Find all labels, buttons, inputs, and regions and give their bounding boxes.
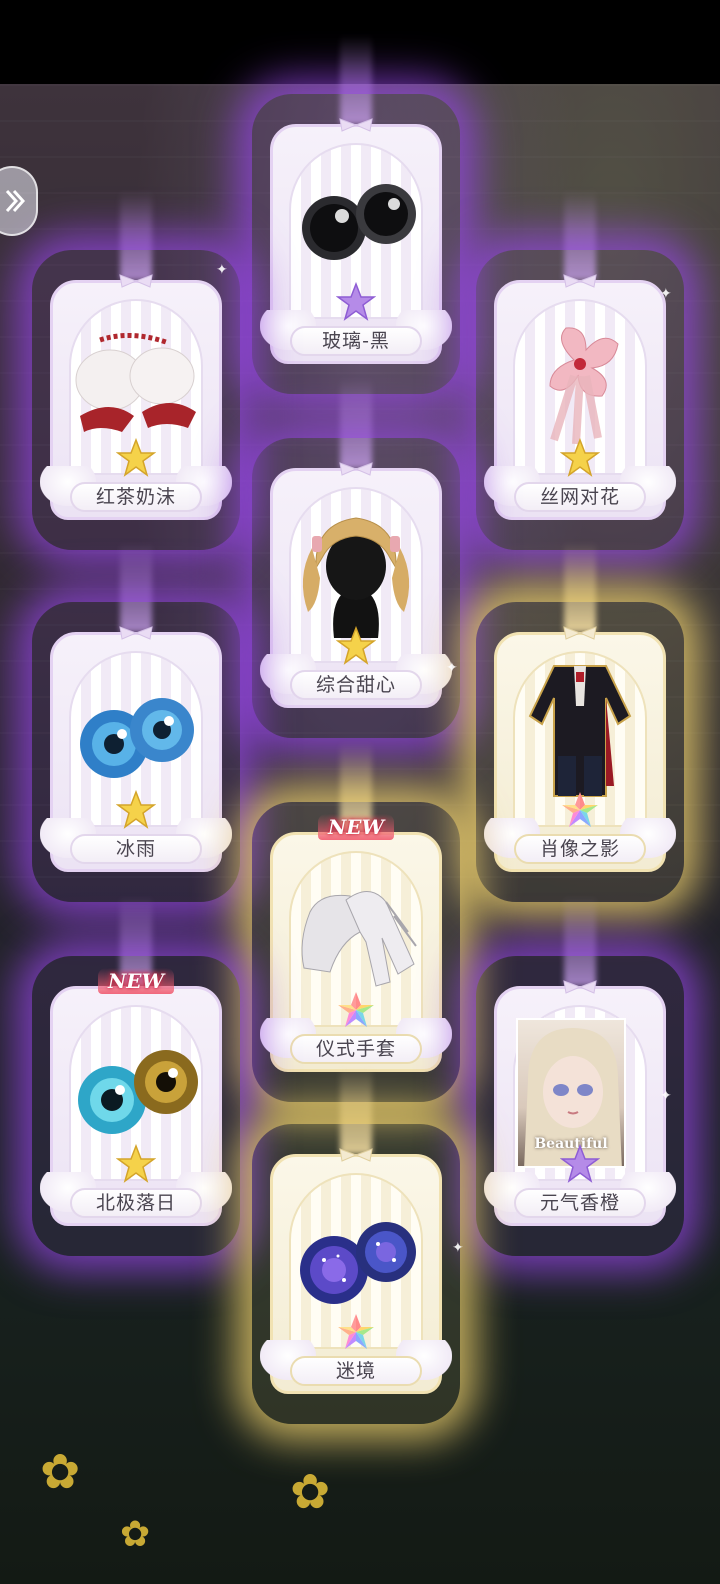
new-badge: NEW bbox=[98, 968, 174, 994]
purple-star-icon bbox=[336, 282, 376, 321]
new-badge: NEW bbox=[318, 814, 394, 840]
reward-card[interactable]: Beautiful 元气香橙 bbox=[476, 896, 684, 1256]
galaxy-eyes-icon bbox=[300, 1222, 416, 1304]
card-label: 冰雨 bbox=[70, 834, 202, 864]
gold-star-icon bbox=[116, 1144, 156, 1183]
gold-star-icon bbox=[116, 438, 156, 477]
cyan-gold-eyes-icon bbox=[78, 1050, 198, 1134]
reward-card[interactable]: NEW 仪式手套 bbox=[252, 742, 460, 1102]
sparkle-icon: ✦ bbox=[446, 660, 458, 676]
card-label: 仪式手套 bbox=[290, 1034, 422, 1064]
card-label: 玻璃-黑 bbox=[290, 326, 422, 356]
gold-star-icon bbox=[560, 438, 600, 477]
blonde-wig-icon bbox=[302, 517, 410, 638]
reward-card[interactable]: 丝网对花 bbox=[476, 190, 684, 550]
gold-star-icon bbox=[336, 626, 376, 665]
reward-card[interactable]: NEW 北极落日 bbox=[32, 896, 240, 1256]
pink-flower-icon bbox=[549, 327, 619, 445]
reward-card[interactable]: 迷境 bbox=[252, 1064, 460, 1424]
flower-decoration: ✿ bbox=[290, 1464, 331, 1520]
rainbow-star-icon bbox=[338, 1314, 374, 1349]
sparkle-icon: ✦ bbox=[216, 262, 228, 278]
flower-decoration: ✿ bbox=[40, 1444, 81, 1500]
reward-card[interactable]: 综合甜心 bbox=[252, 378, 460, 738]
card-label: 北极落日 bbox=[70, 1188, 202, 1218]
reward-card[interactable]: 肖像之影 bbox=[476, 542, 684, 902]
rainbow-star-icon bbox=[562, 792, 598, 827]
white-gloves-icon bbox=[301, 891, 417, 987]
card-label: 红茶奶沫 bbox=[70, 482, 202, 512]
lace-sleeves-icon bbox=[75, 332, 196, 432]
rainbow-star-icon bbox=[338, 992, 374, 1027]
sparkle-icon: ✦ bbox=[660, 1088, 672, 1104]
dark-outfit-icon bbox=[528, 665, 632, 797]
card-label: 丝网对花 bbox=[514, 482, 646, 512]
purple-star-icon bbox=[560, 1144, 600, 1183]
reward-card[interactable]: 红茶奶沫 bbox=[32, 190, 240, 550]
blue-eyes-icon bbox=[80, 698, 194, 778]
card-label: 迷境 bbox=[290, 1356, 422, 1386]
black-eyes-icon bbox=[302, 184, 416, 260]
gold-star-icon bbox=[116, 790, 156, 829]
reward-card[interactable]: 玻璃-黑 bbox=[252, 34, 460, 394]
flower-decoration: ✿ bbox=[120, 1514, 151, 1555]
expand-button[interactable] bbox=[0, 166, 38, 236]
double-chevron-right-icon bbox=[5, 189, 26, 213]
sparkle-icon: ✦ bbox=[452, 1240, 464, 1256]
card-label: 元气香橙 bbox=[514, 1188, 646, 1218]
card-label: 综合甜心 bbox=[290, 670, 422, 700]
sparkle-icon: ✦ bbox=[660, 286, 672, 302]
reward-card[interactable]: 冰雨 bbox=[32, 542, 240, 902]
card-label: 肖像之影 bbox=[514, 834, 646, 864]
